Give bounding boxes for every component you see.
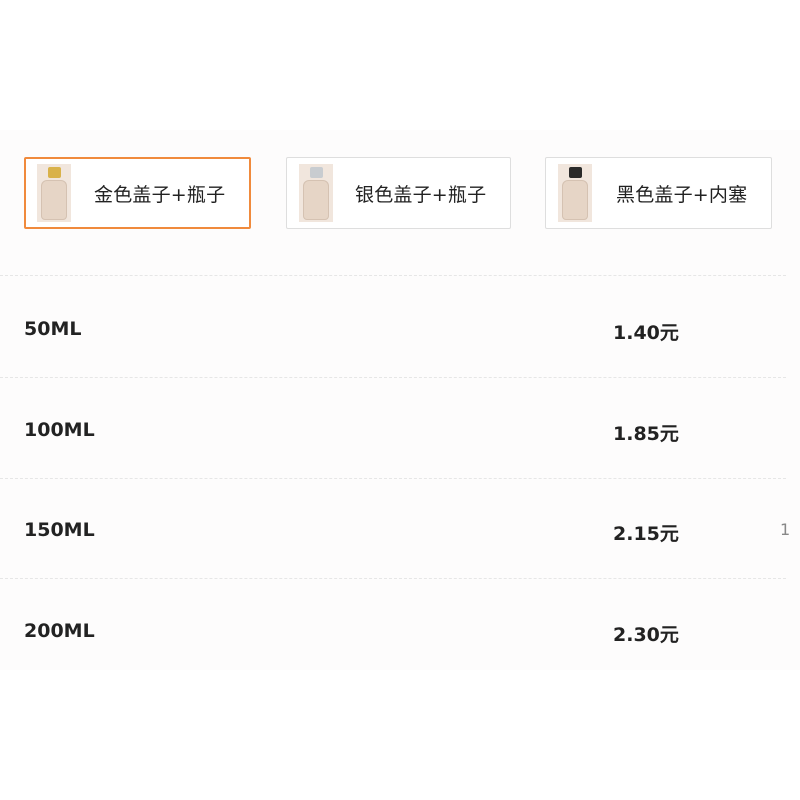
price-value: 2.15元 xyxy=(613,523,679,545)
price-value: 1.40元 xyxy=(613,322,679,344)
price-row[interactable]: 100ML 1.85元 xyxy=(0,411,800,451)
gold-cap-bottle-icon xyxy=(37,164,71,222)
option-label: 黑色盖子+内塞 xyxy=(616,183,748,206)
option-black-cap-stopper[interactable]: 黑色盖子+内塞 xyxy=(545,157,772,229)
price-row[interactable]: 200ML 2.30元 xyxy=(0,612,800,652)
black-cap-bottle-icon xyxy=(558,164,592,222)
color-options: 金色盖子+瓶子 银色盖子+瓶子 黑色盖子+内塞 xyxy=(0,157,800,233)
option-gold-cap-bottle[interactable]: 金色盖子+瓶子 xyxy=(24,157,251,229)
silver-cap-bottle-icon xyxy=(299,164,333,222)
divider xyxy=(0,377,786,378)
option-silver-cap-bottle[interactable]: 银色盖子+瓶子 xyxy=(286,157,511,229)
price-row[interactable]: 50ML 1.40元 xyxy=(0,310,800,350)
truncated-text: 1 xyxy=(780,520,791,539)
option-label: 银色盖子+瓶子 xyxy=(355,183,487,206)
price-value: 2.30元 xyxy=(613,624,679,646)
size-label: 100ML xyxy=(24,419,95,441)
divider xyxy=(0,578,786,579)
divider xyxy=(0,275,786,276)
size-label: 50ML xyxy=(24,318,82,340)
size-label: 200ML xyxy=(24,620,95,642)
option-label: 金色盖子+瓶子 xyxy=(94,183,226,206)
divider xyxy=(0,478,786,479)
price-value: 1.85元 xyxy=(613,423,679,445)
price-row[interactable]: 150ML 2.15元 1 xyxy=(0,511,800,551)
size-label: 150ML xyxy=(24,519,95,541)
